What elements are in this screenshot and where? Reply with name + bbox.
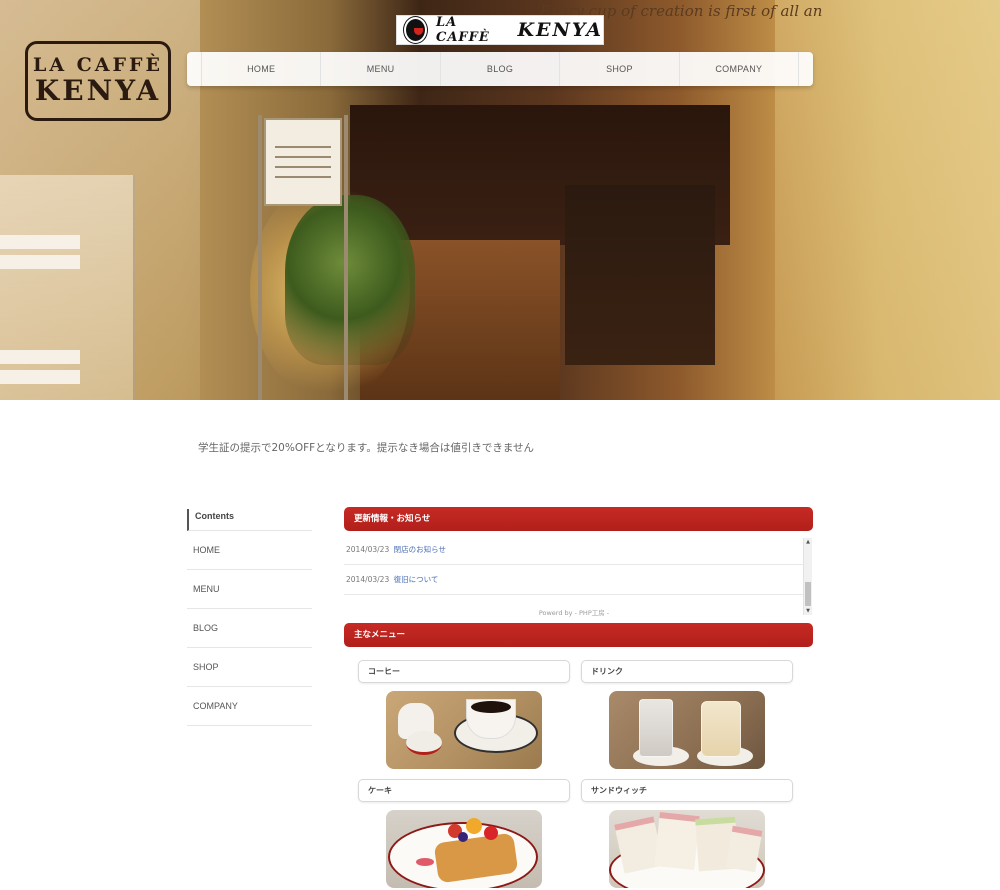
scroll-down-arrow-icon[interactable]: ▼ [804, 607, 812, 615]
news-link[interactable]: 閉店のお知らせ [394, 545, 446, 554]
coffee-cup-icon [404, 17, 427, 43]
discount-notice: 学生証の提示で20%OFFとなります。提示なき場合は値引きできません [198, 442, 535, 454]
news-date: 2014/03/23 [346, 575, 390, 584]
global-nav: HOME MENU BLOG SHOP COMPANY [187, 52, 813, 86]
cake-photo[interactable] [386, 810, 542, 888]
menu-label-sandwich[interactable]: サンドウィッチ [581, 779, 793, 802]
sidebar-item-home[interactable]: HOME [187, 531, 312, 570]
scrollbar-thumb[interactable] [805, 582, 811, 606]
site-logo[interactable]: LA CAFFÈ KENYA [396, 15, 604, 45]
news-item: 2014/03/23 閉店のお知らせ [344, 535, 804, 565]
sidebar: Contents HOME MENU BLOG SHOP COMPANY [187, 509, 312, 726]
sidebar-item-company[interactable]: COMPANY [187, 687, 312, 726]
menu-section-title: 主なメニュー [344, 623, 813, 647]
hero-wall-logo-line2: KENYA [34, 74, 162, 107]
news-list: 2014/03/23 閉店のお知らせ 2014/03/23 復旧について [344, 535, 813, 617]
sidebar-item-shop[interactable]: SHOP [187, 648, 312, 687]
coffee-photo[interactable] [386, 691, 542, 769]
menu-label-drink[interactable]: ドリンク [581, 660, 793, 683]
hero-wall-logo-line1: LA CAFFÈ [32, 54, 164, 76]
sidebar-heading: Contents [187, 509, 312, 531]
nav-item-home[interactable]: HOME [201, 52, 320, 86]
sidebar-item-menu[interactable]: MENU [187, 570, 312, 609]
news-item: 2014/03/23 復旧について [344, 565, 804, 595]
logo-text-line1: LA CAFFÈ [436, 15, 490, 45]
logo-text-line2: KENYA [517, 19, 603, 41]
nav-item-shop[interactable]: SHOP [559, 52, 678, 86]
nav-item-menu[interactable]: MENU [320, 52, 439, 86]
sandwich-photo[interactable] [609, 810, 765, 888]
news-link[interactable]: 復旧について [394, 575, 439, 584]
news-scrollbar[interactable]: ▲ ▼ [803, 538, 812, 615]
hero-display-case [0, 175, 135, 400]
nav-item-blog[interactable]: BLOG [439, 52, 559, 86]
hero-counter [565, 185, 715, 365]
news-powered-by: Powerd by - PHP工房 - [538, 609, 610, 617]
menu-label-cake[interactable]: ケーキ [358, 779, 570, 802]
news-section-title: 更新情報・お知らせ [344, 507, 813, 531]
scroll-up-arrow-icon[interactable]: ▲ [804, 538, 812, 546]
news-date: 2014/03/23 [346, 545, 390, 554]
hero-sign-board [264, 118, 342, 206]
drink-photo[interactable] [609, 691, 765, 769]
nav-item-company[interactable]: COMPANY [678, 52, 800, 86]
menu-label-coffee[interactable]: コーヒー [358, 660, 570, 683]
hero-wall-logo: LA CAFFÈ KENYA [25, 41, 171, 121]
sidebar-item-blog[interactable]: BLOG [187, 609, 312, 648]
